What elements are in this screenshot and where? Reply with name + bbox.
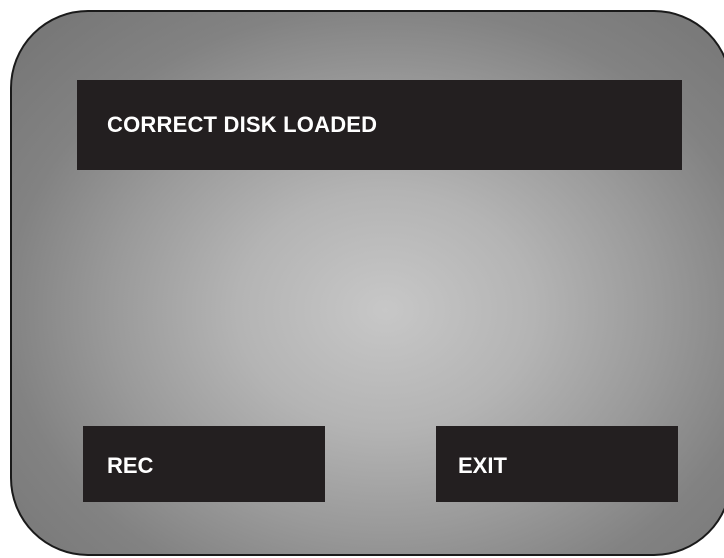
status-message: CORRECT DISK LOADED bbox=[77, 80, 682, 170]
rec-button[interactable]: REC bbox=[83, 426, 325, 502]
exit-button[interactable]: EXIT bbox=[436, 426, 678, 502]
display-screen: CORRECT DISK LOADED REC EXIT bbox=[10, 10, 724, 556]
